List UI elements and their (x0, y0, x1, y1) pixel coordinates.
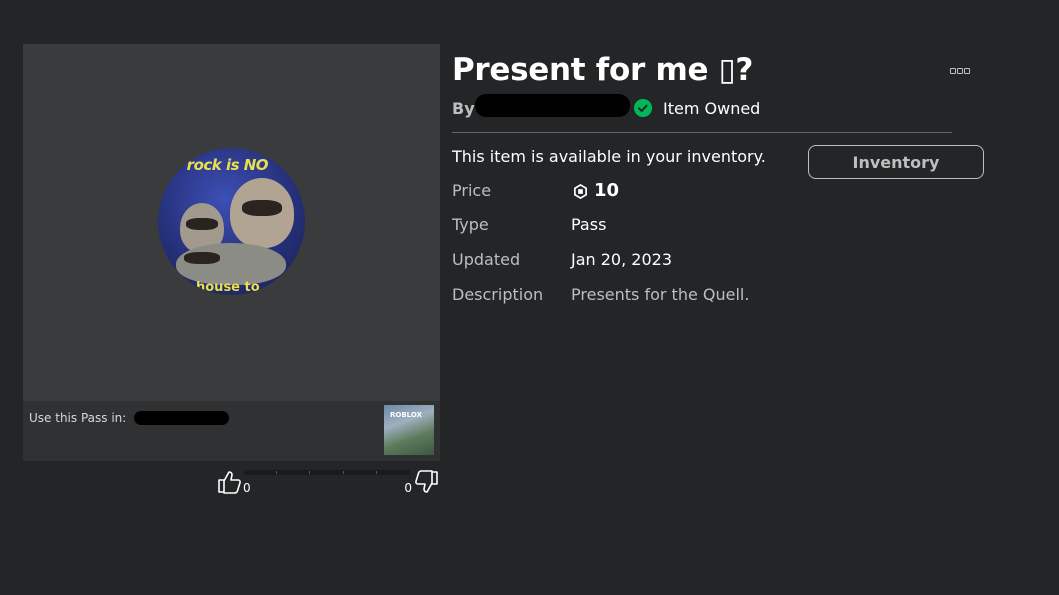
place-thumbnail[interactable]: ROBLOX (384, 405, 434, 455)
item-owned-label: Item Owned (663, 99, 761, 118)
robux-icon (574, 184, 587, 199)
use-pass-bar: Use this Pass in: ROBLOX (23, 401, 440, 461)
availability-text: This item is available in your inventory… (452, 147, 766, 166)
check-circle-icon (634, 99, 652, 117)
updated-label: Updated (452, 250, 521, 269)
vote-percentage-bar (244, 470, 410, 475)
creator-by-label: By (452, 99, 475, 118)
description-value: Presents for the Quell. (571, 285, 750, 304)
redacted-creator-name[interactable] (475, 94, 630, 117)
vote-row: 0 0 (216, 469, 440, 499)
vote-bar-tick (343, 471, 344, 474)
item-title: Present for me ▯? (452, 52, 754, 88)
description-label: Description (452, 285, 544, 304)
more-options-icon[interactable] (950, 68, 970, 74)
racoon-mask (242, 200, 282, 216)
racoon-figure (176, 243, 286, 285)
redacted-place-name (134, 411, 229, 425)
price-label: Price (452, 181, 492, 200)
header-divider (452, 132, 952, 133)
upvote-count: 0 (243, 481, 251, 495)
racoon-mask (186, 218, 218, 230)
thumbs-down-icon[interactable] (414, 469, 440, 495)
vote-bar-tick (376, 471, 377, 474)
price-value: 10 (594, 180, 620, 201)
type-label: Type (452, 215, 489, 234)
inventory-button[interactable]: Inventory (808, 145, 984, 179)
place-badge: ROBLOX (390, 411, 422, 419)
thumbs-up-icon[interactable] (216, 469, 242, 495)
vote-bar-tick (276, 471, 277, 474)
thumbnail-banner-text: ty rock is NO (166, 156, 269, 174)
vote-bar-tick (309, 471, 310, 474)
item-thumbnail-image: ty rock is NO house to (158, 148, 305, 295)
type-value: Pass (571, 215, 607, 234)
downvote-count: 0 (404, 481, 412, 495)
item-thumbnail-panel: ty rock is NO house to (23, 44, 440, 401)
thumbnail-footer-text: house to (196, 280, 260, 295)
updated-value: Jan 20, 2023 (571, 250, 672, 269)
use-pass-label: Use this Pass in: (29, 411, 127, 425)
racoon-mask (184, 252, 220, 264)
